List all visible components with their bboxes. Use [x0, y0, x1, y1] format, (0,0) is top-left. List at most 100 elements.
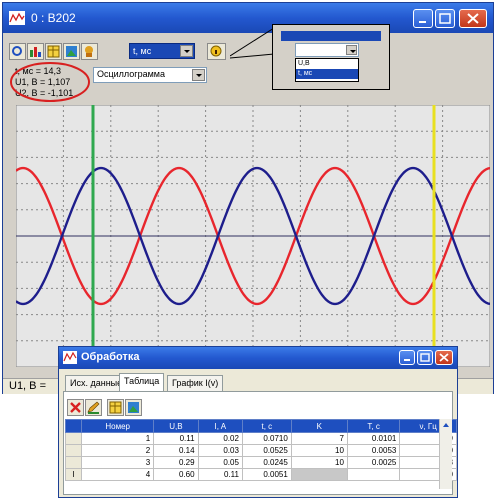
- processing-close-button[interactable]: [435, 350, 453, 365]
- column-header[interactable]: T, c: [346, 419, 401, 433]
- tab-graph[interactable]: График I(v): [167, 375, 224, 391]
- table-cell[interactable]: 0.0101: [346, 432, 401, 445]
- table-cell[interactable]: [346, 468, 401, 481]
- close-icon: [467, 13, 479, 24]
- hand-tool-button[interactable]: [81, 43, 98, 60]
- table-view-button[interactable]: [107, 399, 124, 416]
- row-marker: [64, 444, 83, 457]
- row-marker: [64, 432, 83, 445]
- callout-title-strip: [281, 31, 381, 41]
- delete-icon: [70, 402, 81, 413]
- processing-window: Обработка Исх. данные Таблица График I(v…: [58, 346, 458, 498]
- status-text: U1, B =: [9, 380, 46, 392]
- dropdown-list: U,B t, мс: [295, 58, 359, 82]
- close-icon: [439, 353, 449, 362]
- close-button[interactable]: [459, 9, 487, 28]
- processing-app-icon: [63, 351, 77, 364]
- chevron-down-icon[interactable]: [180, 45, 193, 57]
- callout-combo[interactable]: [295, 43, 359, 57]
- mode-combo[interactable]: Осциллограмма: [93, 67, 207, 83]
- table-cell[interactable]: 0.0051: [241, 468, 292, 481]
- table-scrollbar[interactable]: [439, 419, 452, 489]
- data-table: Номер U,B I, At, c K T, c ν, Гц 1 0.11 0.02 0.07…: [64, 419, 457, 481]
- table-cell[interactable]: 7: [290, 432, 348, 445]
- readout-highlight-ellipse: [10, 62, 90, 102]
- table-row[interactable]: I40.600.110.00510: [64, 468, 457, 481]
- column-header[interactable]: K: [290, 419, 348, 433]
- table-cell[interactable]: 4: [81, 468, 155, 481]
- info-button[interactable]: [207, 43, 226, 60]
- table-cell[interactable]: 0.02: [197, 432, 243, 445]
- image-view-button[interactable]: [125, 399, 142, 416]
- table-body: 10.110.020.071070.01019920.140.030.05251…: [64, 432, 457, 481]
- table-icon: [47, 45, 60, 58]
- axis-combo[interactable]: t, мс: [129, 43, 195, 59]
- maximize-icon: [420, 353, 430, 362]
- image-icon: [66, 46, 77, 57]
- table-cell[interactable]: 1: [81, 432, 155, 445]
- oscillogram-plot[interactable]: [16, 105, 490, 367]
- window-title: 0 : B202: [31, 11, 76, 25]
- table-cell[interactable]: 0.0053: [346, 444, 401, 457]
- hand-icon: [85, 46, 93, 57]
- table-row[interactable]: 20.140.030.0525100.0053190: [64, 444, 457, 457]
- table-icon: [109, 401, 122, 414]
- edit-button[interactable]: [85, 399, 102, 416]
- processing-titlebar[interactable]: Обработка: [59, 347, 457, 369]
- table-cell[interactable]: 0.11: [153, 432, 199, 445]
- column-header[interactable]: I, A: [197, 419, 243, 433]
- maximize-icon: [439, 13, 451, 24]
- delete-row-button[interactable]: [67, 399, 84, 416]
- column-header[interactable]: U,B: [153, 419, 199, 433]
- table-cell[interactable]: 10: [290, 444, 348, 457]
- dropdown-option-selected[interactable]: t, мс: [296, 69, 358, 79]
- minimize-icon: [419, 21, 426, 23]
- table-cell[interactable]: 0.60: [153, 468, 199, 481]
- processing-title: Обработка: [81, 351, 140, 363]
- table-header-row: Номер U,B I, At, c K T, c ν, Гц: [64, 419, 457, 433]
- table-cell[interactable]: 10: [290, 456, 348, 469]
- row-marker-header: [64, 419, 83, 433]
- image-tool-button[interactable]: [63, 43, 80, 60]
- refresh-button[interactable]: [9, 43, 26, 60]
- axis-combo-value: t, мс: [133, 46, 152, 56]
- column-header[interactable]: Номер: [81, 419, 155, 433]
- table-cell[interactable]: 0.29: [153, 456, 199, 469]
- table-row[interactable]: 10.110.020.071070.010199: [64, 432, 457, 445]
- table-cell[interactable]: 0.0710: [241, 432, 292, 445]
- column-header[interactable]: t, c: [241, 419, 292, 433]
- minimize-button[interactable]: [413, 9, 433, 28]
- info-icon: [210, 45, 222, 57]
- table-cell[interactable]: 2: [81, 444, 155, 457]
- minimize-icon: [404, 359, 410, 361]
- pencil-icon: [87, 401, 100, 414]
- table-cell[interactable]: 0.05: [197, 456, 243, 469]
- maximize-button[interactable]: [435, 9, 455, 28]
- table-cell[interactable]: 0.0025: [346, 456, 401, 469]
- table-cell[interactable]: [290, 468, 348, 481]
- image-icon: [128, 402, 139, 413]
- table-cell[interactable]: 0.03: [197, 444, 243, 457]
- processing-maximize-button[interactable]: [417, 350, 433, 365]
- scroll-up-icon[interactable]: [440, 419, 452, 431]
- table-cell[interactable]: 3: [81, 456, 155, 469]
- chevron-down-icon[interactable]: [192, 69, 205, 81]
- row-marker: [64, 456, 83, 469]
- table-cell[interactable]: 0.0525: [241, 444, 292, 457]
- dropdown-option[interactable]: U,B: [296, 59, 358, 69]
- table-row[interactable]: 30.290.050.0245100.0025408: [64, 456, 457, 469]
- refresh-icon: [12, 46, 22, 56]
- table-tool-button[interactable]: [45, 43, 62, 60]
- processing-minimize-button[interactable]: [399, 350, 415, 365]
- chevron-down-icon[interactable]: [346, 45, 357, 55]
- chart-icon: [30, 47, 41, 57]
- chart-tool-button[interactable]: [27, 43, 44, 60]
- data-table-container: Номер U,B I, At, c K T, c ν, Гц 1 0.11 0.02 0.07…: [64, 419, 457, 481]
- table-cell[interactable]: 0.14: [153, 444, 199, 457]
- tab-source-data[interactable]: Исх. данные: [65, 375, 128, 391]
- tab-table[interactable]: Таблица: [119, 373, 165, 392]
- app-icon: [9, 11, 25, 25]
- table-cell[interactable]: 0.0245: [241, 456, 292, 469]
- table-cell[interactable]: 0.11: [197, 468, 243, 481]
- row-marker: I: [64, 468, 83, 481]
